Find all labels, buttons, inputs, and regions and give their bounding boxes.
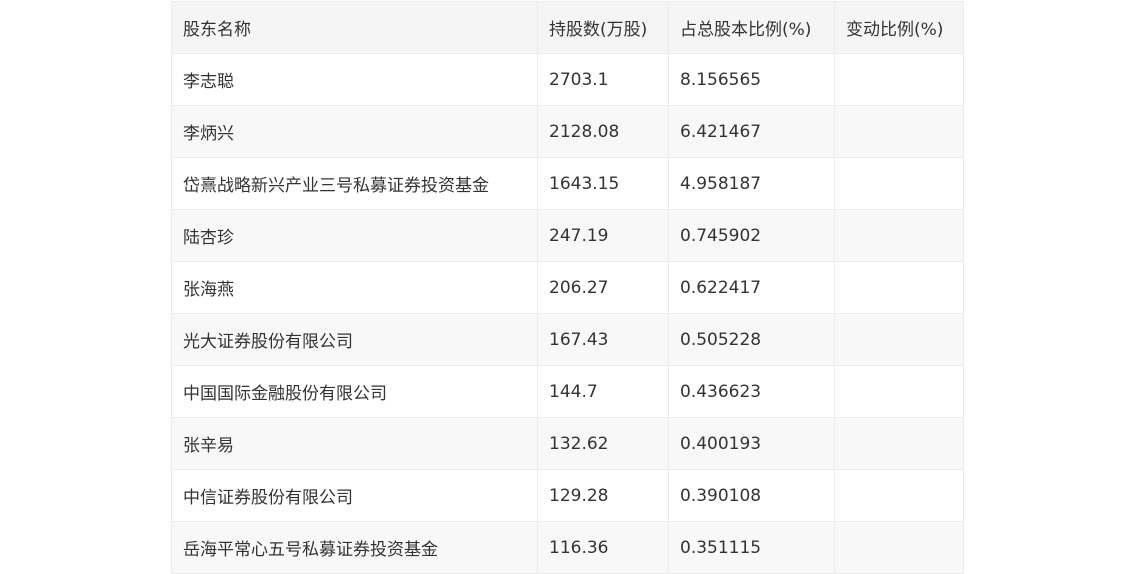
header-share-ratio: 占总股本比例(%) — [668, 1, 835, 54]
cell-change-ratio — [834, 157, 964, 210]
table-row: 光大证券股份有限公司 167.43 0.505228 — [171, 313, 964, 366]
cell-share-ratio: 0.436623 — [668, 365, 835, 418]
table-row: 中信证券股份有限公司 129.28 0.390108 — [171, 469, 964, 522]
table-row: 张海燕 206.27 0.622417 — [171, 261, 964, 314]
shareholders-table: 股东名称 持股数(万股) 占总股本比例(%) 变动比例(%) 李志聪 2703.… — [171, 1, 964, 574]
cell-change-ratio — [834, 261, 964, 314]
header-shareholder-name: 股东名称 — [171, 1, 538, 54]
cell-shares-held: 167.43 — [537, 313, 669, 366]
cell-shares-held: 1643.15 — [537, 157, 669, 210]
cell-shareholder-name: 中信证券股份有限公司 — [171, 469, 538, 522]
cell-shareholder-name: 光大证券股份有限公司 — [171, 313, 538, 366]
table-row: 李志聪 2703.1 8.156565 — [171, 53, 964, 106]
cell-change-ratio — [834, 417, 964, 470]
cell-shareholder-name: 中国国际金融股份有限公司 — [171, 365, 538, 418]
table-row: 中国国际金融股份有限公司 144.7 0.436623 — [171, 365, 964, 418]
cell-share-ratio: 4.958187 — [668, 157, 835, 210]
cell-share-ratio: 0.745902 — [668, 209, 835, 262]
cell-change-ratio — [834, 521, 964, 574]
cell-share-ratio: 0.400193 — [668, 417, 835, 470]
cell-shareholder-name: 李志聪 — [171, 53, 538, 106]
table-row: 张辛易 132.62 0.400193 — [171, 417, 964, 470]
cell-change-ratio — [834, 313, 964, 366]
table-row: 李炳兴 2128.08 6.421467 — [171, 105, 964, 158]
table-header-row: 股东名称 持股数(万股) 占总股本比例(%) 变动比例(%) — [171, 1, 964, 54]
shareholders-table-container: 股东名称 持股数(万股) 占总股本比例(%) 变动比例(%) 李志聪 2703.… — [171, 1, 964, 574]
header-change-ratio: 变动比例(%) — [834, 1, 964, 54]
cell-shares-held: 144.7 — [537, 365, 669, 418]
cell-shares-held: 129.28 — [537, 469, 669, 522]
cell-change-ratio — [834, 53, 964, 106]
cell-change-ratio — [834, 365, 964, 418]
cell-change-ratio — [834, 209, 964, 262]
table-row: 岱熹战略新兴产业三号私募证券投资基金 1643.15 4.958187 — [171, 157, 964, 210]
cell-shares-held: 2128.08 — [537, 105, 669, 158]
cell-share-ratio: 0.622417 — [668, 261, 835, 314]
cell-shareholder-name: 李炳兴 — [171, 105, 538, 158]
table-row: 岳海平常心五号私募证券投资基金 116.36 0.351115 — [171, 521, 964, 574]
cell-shareholder-name: 陆杏珍 — [171, 209, 538, 262]
cell-share-ratio: 8.156565 — [668, 53, 835, 106]
cell-share-ratio: 0.505228 — [668, 313, 835, 366]
cell-change-ratio — [834, 105, 964, 158]
cell-shareholder-name: 张海燕 — [171, 261, 538, 314]
cell-share-ratio: 0.390108 — [668, 469, 835, 522]
cell-change-ratio — [834, 469, 964, 522]
cell-shareholder-name: 岳海平常心五号私募证券投资基金 — [171, 521, 538, 574]
cell-shareholder-name: 岱熹战略新兴产业三号私募证券投资基金 — [171, 157, 538, 210]
cell-shares-held: 116.36 — [537, 521, 669, 574]
cell-shares-held: 2703.1 — [537, 53, 669, 106]
cell-share-ratio: 0.351115 — [668, 521, 835, 574]
cell-shares-held: 206.27 — [537, 261, 669, 314]
cell-shares-held: 132.62 — [537, 417, 669, 470]
header-shares-held: 持股数(万股) — [537, 1, 669, 54]
table-row: 陆杏珍 247.19 0.745902 — [171, 209, 964, 262]
cell-share-ratio: 6.421467 — [668, 105, 835, 158]
cell-shareholder-name: 张辛易 — [171, 417, 538, 470]
cell-shares-held: 247.19 — [537, 209, 669, 262]
